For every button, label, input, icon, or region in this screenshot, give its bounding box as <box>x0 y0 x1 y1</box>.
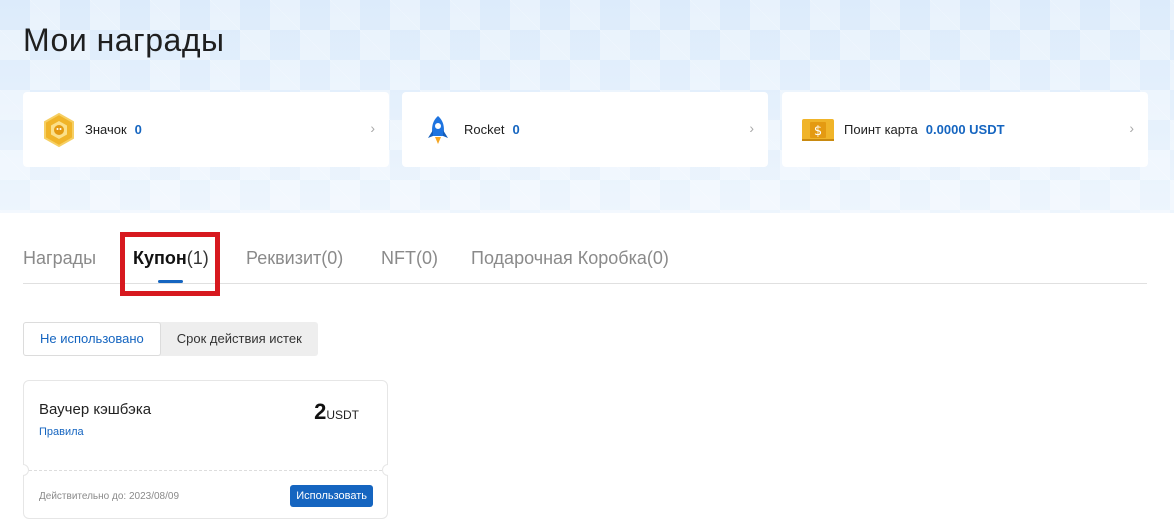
point-card-label: Поинт карта <box>844 122 918 137</box>
filter-expired-button[interactable]: Срок действия истек <box>161 322 318 356</box>
chevron-right-icon: › <box>370 120 375 136</box>
badge-hexagon-icon <box>41 112 77 148</box>
rocket-summary-card[interactable]: Rocket 0 › <box>402 92 768 167</box>
badge-count: 0 <box>134 122 142 137</box>
tab-rewards[interactable]: Награды <box>23 248 96 269</box>
tab-requisite[interactable]: Реквизит(0) <box>246 248 343 269</box>
tab-gift-box[interactable]: Подарочная Коробка(0) <box>471 248 669 269</box>
tab-nft[interactable]: NFT(0) <box>381 248 438 269</box>
rocket-icon <box>420 112 456 148</box>
coupon-amount-value: 2 <box>314 399 327 424</box>
coupon-rules-link[interactable]: Правила <box>39 426 84 438</box>
point-card-balance: 0.0000 USDT <box>925 122 1005 137</box>
page-title: Мои награды <box>23 22 225 58</box>
coupon-amount: 2USDT <box>314 399 359 425</box>
coupon-card: Ваучер кэшбэка Правила 2USDT Действитель… <box>23 380 388 519</box>
filter-unused-button[interactable]: Не использовано <box>23 322 161 356</box>
rocket-label: Rocket <box>464 122 505 137</box>
badge-label: Значок <box>85 122 127 137</box>
chevron-right-icon: › <box>749 120 754 136</box>
coupon-valid-until: Действительно до: 2023/08/09 <box>39 491 180 502</box>
highlight-annotation <box>120 232 220 296</box>
use-coupon-button[interactable]: Использовать <box>290 485 373 507</box>
point-card-icon: $ <box>800 112 836 148</box>
coupon-amount-unit: USDT <box>326 408 359 422</box>
coupon-status-filter: Не использовано Срок действия истек <box>23 322 318 356</box>
coupon-notch <box>382 464 388 476</box>
svg-text:$: $ <box>814 124 822 139</box>
coupon-notch <box>23 464 29 476</box>
rocket-count: 0 <box>512 122 520 137</box>
badge-summary-card[interactable]: Значок 0 › <box>23 92 389 167</box>
point-card-summary-card[interactable]: $ Поинт карта 0.0000 USDT › <box>782 92 1148 167</box>
coupon-title: Ваучер кэшбэка <box>39 401 152 418</box>
chevron-right-icon: › <box>1129 120 1134 136</box>
coupon-divider <box>24 470 387 471</box>
